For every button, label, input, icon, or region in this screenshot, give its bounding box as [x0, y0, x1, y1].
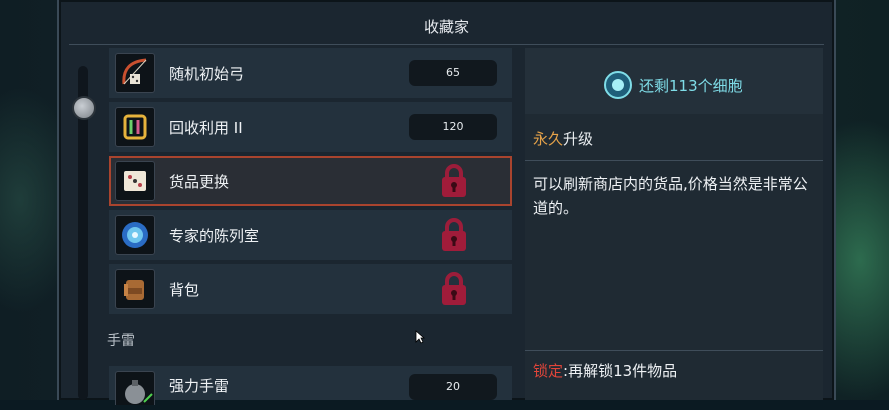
item-label: 货品更换: [169, 173, 230, 191]
title-divider: [69, 44, 824, 45]
item-label: 强力手雷: [169, 377, 230, 395]
upgrade-type-suffix: 升级: [563, 130, 594, 148]
item-label: 背包: [169, 281, 200, 299]
list-item[interactable]: 随机初始弓 65: [109, 48, 512, 98]
lock-icon: [442, 218, 466, 251]
upgrade-type-prefix: 永久: [533, 130, 564, 148]
list-item[interactable]: 专家的陈列室: [109, 210, 512, 260]
cost-badge: 20: [409, 374, 497, 400]
recycle-icon: [115, 107, 155, 147]
cells-remaining: 还剩113个细胞: [603, 70, 743, 100]
collector-panel: 收藏家 随机初始弓 65 回收利用 II 120 货品更换 专家的陈列室 背包 …: [57, 0, 836, 405]
item-label: 随机初始弓: [169, 65, 245, 83]
lock-icon: [442, 272, 466, 305]
upgrade-type: 永久升级: [533, 128, 593, 149]
mouse-cursor-icon: [415, 330, 425, 344]
section-heading: 手雷: [107, 333, 135, 349]
item-label: 专家的陈列室: [169, 227, 260, 245]
footer-divider: [525, 350, 823, 351]
lock-status-text: :再解锁13件物品: [563, 362, 678, 380]
backpack-icon: [115, 269, 155, 309]
item-label: 回收利用 II: [169, 119, 243, 137]
cell-icon: [604, 71, 632, 99]
detail-panel: 还剩113个细胞 永久升级 可以刷新商店内的货品,价格当然是非常公道的。 锁定:…: [525, 48, 823, 400]
cells-text: 还剩113个细胞: [639, 76, 743, 95]
scrollbar-thumb[interactable]: [72, 96, 96, 120]
list-item[interactable]: 强力手雷 20: [109, 366, 512, 405]
bow-icon: [115, 53, 155, 93]
lock-status: 锁定:再解锁13件物品: [533, 360, 677, 381]
cost-badge: 65: [409, 60, 497, 86]
list-item-selected[interactable]: 货品更换: [109, 156, 512, 206]
description-text: 可以刷新商店内的货品,价格当然是非常公道的。: [533, 175, 808, 217]
portal-icon: [115, 215, 155, 255]
window-title: 收藏家: [423, 18, 469, 36]
cost-badge: 120: [409, 114, 497, 140]
description-divider: [525, 160, 823, 161]
list-item[interactable]: 回收利用 II 120: [109, 102, 512, 152]
list-item[interactable]: 背包: [109, 264, 512, 314]
lock-icon: [442, 164, 466, 197]
description-box: 永久升级 可以刷新商店内的货品,价格当然是非常公道的。 锁定:再解锁13件物品: [525, 114, 823, 400]
lock-status-label: 锁定: [533, 362, 564, 380]
dice-icon: [115, 161, 155, 201]
